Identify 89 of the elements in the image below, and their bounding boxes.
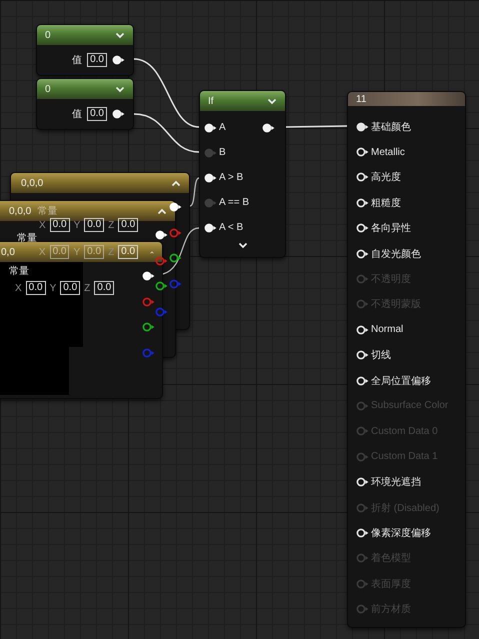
value-field[interactable]: 0.0 bbox=[87, 107, 107, 121]
axis-label: Y bbox=[50, 282, 56, 294]
axis-label: Y bbox=[74, 220, 80, 230]
node-title: If bbox=[208, 96, 214, 106]
pin-label: A bbox=[219, 122, 227, 133]
input-pin[interactable] bbox=[356, 274, 369, 284]
input-pin[interactable] bbox=[204, 222, 217, 232]
axis-label: X bbox=[38, 246, 46, 258]
input-pin[interactable] bbox=[356, 578, 369, 589]
node-label: 常量 bbox=[37, 204, 58, 218]
input-pin[interactable] bbox=[204, 198, 217, 208]
input-pin[interactable] bbox=[204, 172, 217, 182]
collapse-icon[interactable] bbox=[157, 208, 167, 214]
node-title: 0 bbox=[45, 84, 51, 94]
input-pin[interactable] bbox=[356, 553, 369, 564]
pin-label: 切线 bbox=[371, 348, 391, 362]
axis-label: Z bbox=[108, 220, 114, 230]
collapse-icon[interactable] bbox=[171, 180, 181, 186]
output-pin[interactable] bbox=[112, 55, 125, 65]
node-title: 0,0,0 bbox=[9, 206, 32, 216]
input-pin[interactable] bbox=[356, 299, 369, 310]
input-pin[interactable] bbox=[356, 604, 369, 614]
output-pin[interactable] bbox=[169, 202, 182, 212]
output-pin[interactable] bbox=[262, 122, 275, 132]
input-pin[interactable] bbox=[356, 502, 369, 513]
chevron-down-icon[interactable] bbox=[115, 86, 125, 92]
input-pin[interactable] bbox=[356, 172, 369, 182]
input-pin[interactable] bbox=[356, 400, 369, 411]
number-field[interactable]: 0.0 bbox=[60, 281, 80, 295]
input-pin[interactable] bbox=[356, 122, 369, 132]
node-title: 11 bbox=[356, 94, 366, 104]
connection-wire bbox=[190, 177, 200, 207]
pin-label: A > B bbox=[219, 172, 244, 183]
node-label: 常量 bbox=[9, 266, 29, 278]
value-label: 值 bbox=[72, 108, 82, 121]
pin-label: 自发光颜色 bbox=[371, 248, 421, 261]
input-pin[interactable] bbox=[356, 477, 369, 488]
node-label: 常量 bbox=[17, 233, 37, 245]
chevron-down-icon[interactable] bbox=[267, 98, 277, 104]
number-field[interactable]: 0.0 bbox=[84, 218, 104, 232]
output-pin[interactable] bbox=[112, 109, 125, 119]
pin-label: Metallic bbox=[371, 146, 405, 158]
axis-label: Y bbox=[73, 246, 80, 258]
pin-label: 基础颜色 bbox=[371, 120, 411, 134]
pin-label: A == B bbox=[219, 197, 250, 208]
number-field[interactable]: 0.0 bbox=[26, 281, 46, 295]
axis-label: Z bbox=[108, 246, 114, 258]
axis-label: X bbox=[15, 282, 22, 294]
output-pin[interactable] bbox=[142, 322, 155, 332]
input-pin[interactable] bbox=[356, 248, 369, 259]
node-title: 0 bbox=[45, 30, 51, 40]
output-pin[interactable] bbox=[142, 271, 155, 281]
pin-label: 各向异性 bbox=[371, 222, 411, 236]
expand-icon[interactable] bbox=[238, 242, 248, 249]
input-pin[interactable] bbox=[204, 122, 217, 132]
pin-label: 像素深度偏移 bbox=[371, 526, 431, 540]
input-pin[interactable] bbox=[356, 426, 369, 436]
input-pin[interactable] bbox=[356, 350, 369, 360]
connection-wire bbox=[162, 227, 200, 275]
axis-label: Z bbox=[84, 282, 90, 294]
input-pin[interactable] bbox=[356, 223, 369, 234]
pin-label: B bbox=[219, 147, 227, 158]
input-pin[interactable] bbox=[356, 198, 369, 208]
chevron-down-icon[interactable] bbox=[115, 32, 125, 38]
output-pin[interactable] bbox=[155, 230, 168, 240]
pin-label: 粗糙度 bbox=[371, 196, 401, 210]
input-pin[interactable] bbox=[356, 147, 369, 158]
number-field[interactable]: 0.0 bbox=[94, 281, 114, 295]
input-pin[interactable] bbox=[356, 376, 369, 386]
output-pin[interactable] bbox=[169, 253, 182, 264]
pin-label: 高光度 bbox=[371, 170, 401, 184]
input-pin[interactable] bbox=[204, 148, 217, 158]
output-pin[interactable] bbox=[155, 281, 168, 292]
node-title: 0,0,0 bbox=[21, 178, 44, 188]
value-field[interactable]: 0.0 bbox=[87, 53, 107, 67]
number-field[interactable]: 0.0 bbox=[118, 245, 138, 259]
input-pin[interactable] bbox=[356, 452, 369, 462]
node-title: 0,0 bbox=[1, 246, 15, 258]
pin-label: 环境光遮挡 bbox=[371, 476, 421, 490]
connection-wire bbox=[286, 125, 348, 128]
input-pin[interactable] bbox=[356, 324, 369, 335]
input-pin[interactable] bbox=[356, 528, 369, 538]
number-field[interactable]: 0.0 bbox=[50, 218, 70, 232]
value-label: 值 bbox=[72, 54, 82, 67]
pin-label: 全局位置偏移 bbox=[371, 374, 431, 388]
pin-label: A < B bbox=[219, 222, 244, 233]
axis-label: X bbox=[39, 220, 46, 230]
pin-label: Normal bbox=[371, 324, 404, 336]
number-field[interactable]: 0.0 bbox=[118, 218, 138, 232]
